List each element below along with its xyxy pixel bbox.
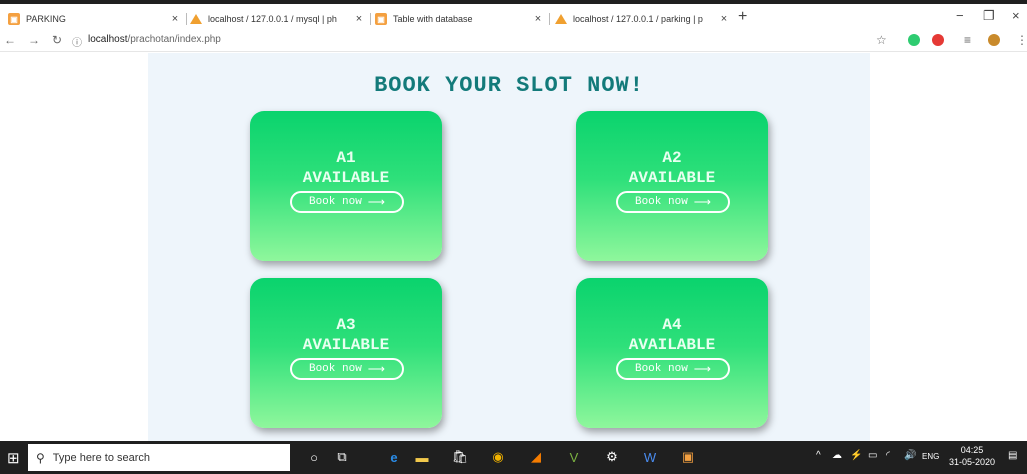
slot-card-a2: A2 AVAILABLE Book now ⟶	[576, 111, 768, 261]
file-explorer-icon[interactable]: ▬	[412, 447, 432, 467]
chrome-icon[interactable]: ◉	[488, 447, 508, 467]
tray-battery-icon[interactable]: ▭	[868, 450, 877, 461]
slot-id: A4	[662, 316, 682, 334]
tab-divider	[186, 13, 187, 25]
page-title: BOOK YOUR SLOT NOW!	[374, 73, 644, 98]
slot-status: AVAILABLE	[628, 169, 716, 187]
taskbar-search-box[interactable]: ⚲ Type here to search	[28, 444, 290, 471]
tab-table-with-database[interactable]: ▣ Table with database ×	[375, 6, 545, 32]
url-path: /prachotan/index.php	[127, 34, 221, 45]
menu-kebab-icon[interactable]: ⋮	[1016, 33, 1027, 47]
matlab-icon[interactable]: ◢	[526, 447, 546, 467]
arrow-right-icon: ⟶	[367, 195, 385, 210]
profile-avatar-icon[interactable]	[988, 34, 1000, 46]
site-info-icon[interactable]: ⓘ	[72, 34, 82, 49]
edge-icon[interactable]: e	[384, 447, 404, 467]
slot-card-a4: A4 AVAILABLE Book now ⟶	[576, 278, 768, 428]
slot-id: A3	[336, 316, 356, 334]
slot-id: A1	[336, 149, 356, 167]
bookmark-star-icon[interactable]: ☆	[876, 33, 887, 47]
arrow-right-icon: ⟶	[693, 195, 711, 210]
book-now-button[interactable]: Book now ⟶	[616, 191, 730, 213]
vim-icon[interactable]: V	[564, 447, 584, 467]
tray-cloud-icon[interactable]: ☁	[832, 450, 842, 461]
slot-status: AVAILABLE	[302, 336, 390, 354]
tray-network-icon[interactable]: ⚡	[850, 450, 862, 461]
forward-icon[interactable]: →	[28, 33, 40, 47]
taskbar: ⊞ ⚲ Type here to search ○ ⧉ e ▬ 🛍 ◉ ◢ V …	[0, 441, 1027, 474]
taskbar-clock[interactable]: 04:25 31-05-2020	[948, 444, 996, 468]
back-icon[interactable]: ←	[4, 33, 16, 47]
tab-close-icon[interactable]: ×	[717, 13, 731, 25]
clock-date: 31-05-2020	[948, 457, 996, 467]
tab-label: localhost / 127.0.0.1 / parking | p	[573, 14, 703, 24]
new-tab-button[interactable]: +	[738, 8, 747, 26]
extension-red-icon[interactable]	[932, 34, 944, 46]
reload-icon[interactable]: ↻	[52, 33, 62, 47]
slot-card-a3: A3 AVAILABLE Book now ⟶	[250, 278, 442, 428]
tab-close-icon[interactable]: ×	[352, 13, 366, 25]
phpmyadmin-icon	[555, 13, 567, 25]
slot-status: AVAILABLE	[628, 336, 716, 354]
tab-mysql[interactable]: localhost / 127.0.0.1 / mysql | ph ×	[190, 6, 366, 32]
word-icon[interactable]: W	[640, 447, 660, 467]
settings-gear-icon[interactable]: ⚙	[602, 447, 622, 467]
book-now-button[interactable]: Book now ⟶	[616, 358, 730, 380]
reading-list-icon[interactable]: ≡	[964, 33, 971, 47]
extension-green-icon[interactable]	[908, 34, 920, 46]
tab-label: localhost / 127.0.0.1 / mysql | ph	[208, 14, 337, 24]
phpmyadmin-icon	[190, 13, 202, 25]
book-now-button[interactable]: Book now ⟶	[290, 191, 404, 213]
task-view-icon[interactable]: ⧉	[332, 447, 352, 467]
page-favicon-icon: ▣	[375, 13, 387, 25]
address-bar-row: ← → ↻ ⓘ localhost/prachotan/index.php ☆ …	[0, 30, 1027, 52]
tab-parking-db[interactable]: localhost / 127.0.0.1 / parking | p ×	[555, 6, 731, 32]
maximize-button[interactable]: ❐	[983, 8, 995, 24]
tray-volume-icon[interactable]: 🔊	[904, 450, 916, 461]
book-now-label: Book now	[634, 196, 688, 208]
book-now-label: Book now	[634, 363, 688, 375]
arrow-right-icon: ⟶	[367, 362, 385, 377]
page-content: BOOK YOUR SLOT NOW! A1 AVAILABLE Book no…	[148, 53, 870, 441]
book-now-label: Book now	[308, 363, 362, 375]
clock-time: 04:25	[960, 445, 984, 455]
search-placeholder: Type here to search	[52, 451, 151, 464]
tab-close-icon[interactable]: ×	[168, 13, 182, 25]
browser-tab-bar: ▣ PARKING × localhost / 127.0.0.1 / mysq…	[0, 0, 1027, 30]
book-now-button[interactable]: Book now ⟶	[290, 358, 404, 380]
tab-parking[interactable]: ▣ PARKING ×	[8, 6, 182, 32]
notifications-icon[interactable]: ▤	[1008, 450, 1017, 461]
url-field[interactable]: localhost/prachotan/index.php	[88, 34, 221, 45]
arrow-right-icon: ⟶	[693, 362, 711, 377]
slot-card-a1: A1 AVAILABLE Book now ⟶	[250, 111, 442, 261]
slot-id: A2	[662, 149, 682, 167]
tab-label: Table with database	[393, 14, 473, 24]
tray-language[interactable]: ENG	[922, 452, 939, 461]
page-favicon-icon: ▣	[8, 13, 20, 25]
slot-status: AVAILABLE	[302, 169, 390, 187]
store-icon[interactable]: 🛍	[450, 447, 470, 467]
tray-chevron-up-icon[interactable]: ^	[816, 450, 821, 461]
windows-start-icon[interactable]: ⊞	[7, 449, 20, 467]
url-host: localhost	[88, 34, 128, 45]
tab-divider	[370, 13, 371, 25]
xampp-icon[interactable]: ▣	[678, 447, 698, 467]
close-window-button[interactable]: ×	[1012, 8, 1020, 23]
book-now-label: Book now	[308, 196, 362, 208]
tab-close-icon[interactable]: ×	[531, 13, 545, 25]
search-icon: ⚲	[36, 450, 45, 465]
tab-divider	[549, 13, 550, 25]
minimize-button[interactable]: −	[956, 8, 964, 23]
cortana-icon[interactable]: ○	[304, 447, 324, 467]
tray-wifi-icon[interactable]: ◜	[886, 450, 890, 461]
tab-label: PARKING	[26, 14, 66, 24]
